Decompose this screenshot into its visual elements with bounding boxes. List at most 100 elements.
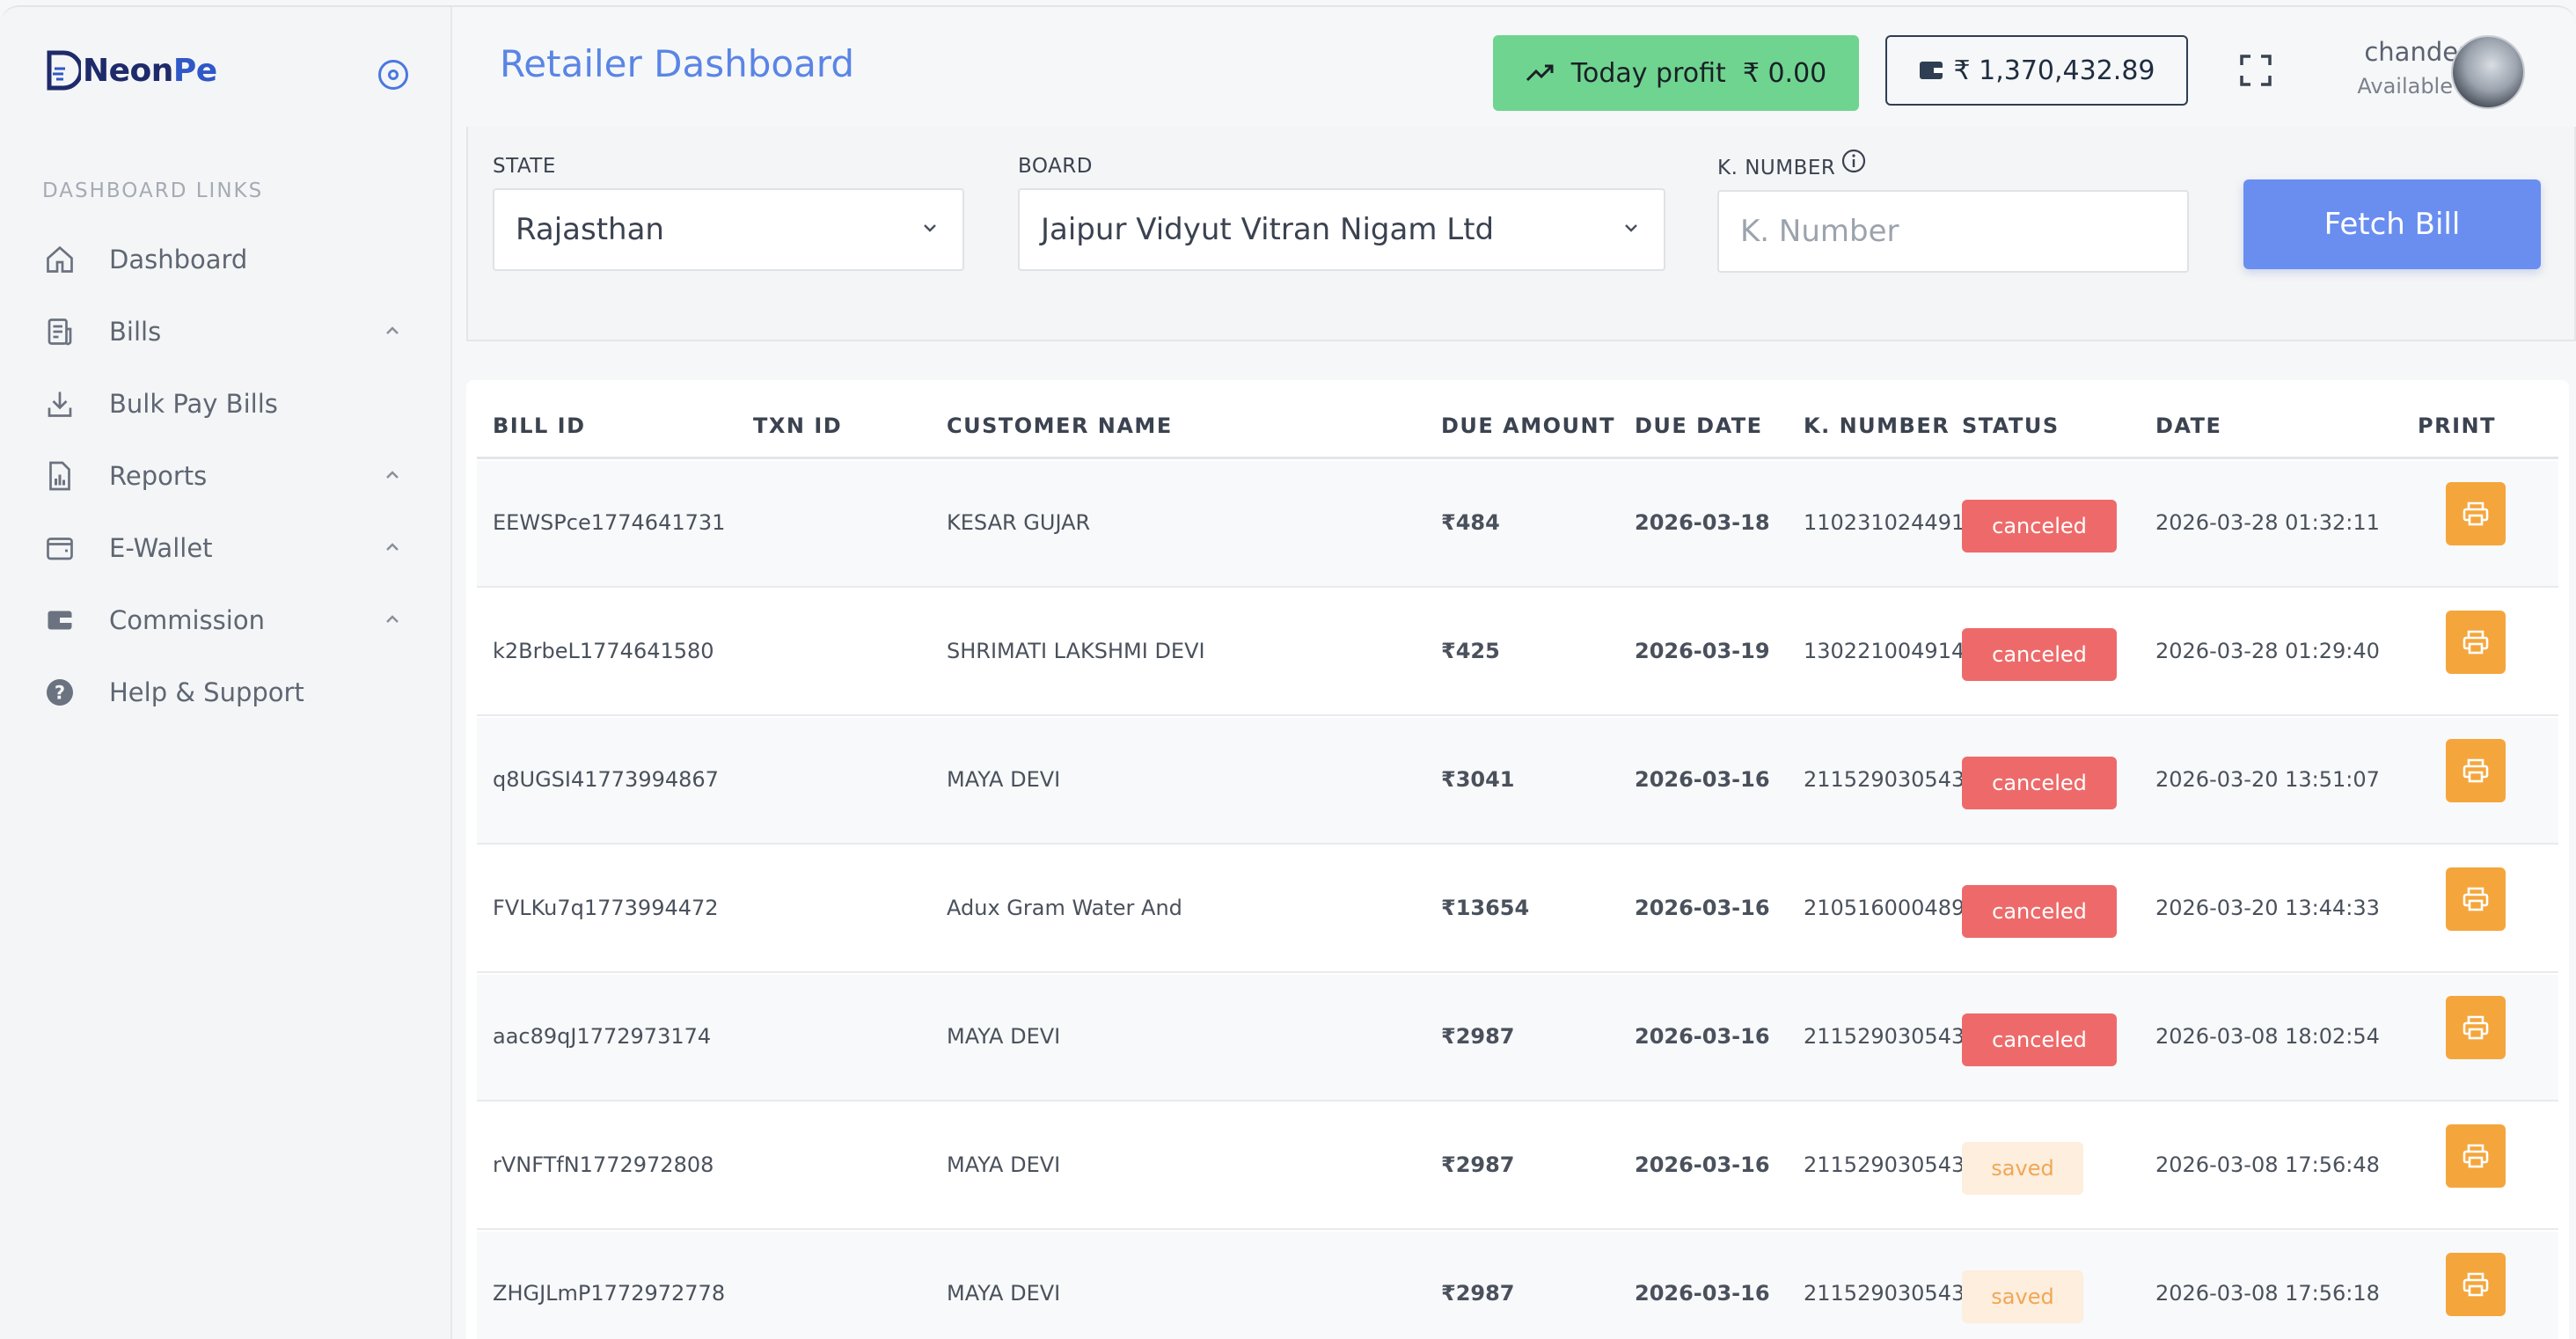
wallet-icon [42,530,77,566]
info-icon[interactable] [1841,148,1867,174]
sidebar-item-label: Help & Support [109,677,304,707]
cell-customer-name: MAYA DEVI [947,1281,1061,1306]
cell-date: 2026-03-28 01:32:11 [2155,510,2380,535]
cell-k-number: 211529030543 [1804,1024,1965,1049]
fetch-bill-button[interactable]: Fetch Bill [2243,179,2541,269]
today-profit-button[interactable]: Today profit ₹ 0.00 [1493,35,1859,111]
table-row: EEWSPce1774641731 KESAR GUJAR ₹484 2026-03-… [477,461,2558,588]
cell-due-date: 2026-03-16 [1635,1152,1770,1177]
table-row: k2BrbeL1774641580 SHRIMATI LAKSHMI DEVI ₹4… [477,589,2558,716]
column-header-k-number[interactable]: K. NUMBER [1804,413,1950,438]
table-row: rVNFTfN1772972808 MAYA DEVI ₹2987 2026-03-1… [477,1103,2558,1230]
home-icon [42,242,77,277]
cell-bill-id: EEWSPce1774641731 [493,510,726,535]
printer-icon [2463,887,2489,911]
sidebar-item-label: Dashboard [109,245,248,274]
table-row: ZHGJLmP1772972778 MAYA DEVI ₹2987 2026-03-1… [477,1232,2558,1339]
user-name: chander [2364,37,2469,67]
cell-customer-name: MAYA DEVI [947,1024,1061,1049]
column-header-status[interactable]: STATUS [1962,413,2060,438]
cell-due-amount: ₹2987 [1441,1281,1515,1306]
cell-customer-name: MAYA DEVI [947,767,1061,792]
report-chart-icon [42,458,77,494]
cell-bill-id: k2BrbeL1774641580 [493,639,714,663]
print-button[interactable] [2446,611,2506,674]
sidebar-item-e-wallet[interactable]: E-Wallet [0,512,450,584]
sidebar-heading: DASHBOARD LINKS [42,179,264,202]
cell-due-date: 2026-03-18 [1635,510,1770,535]
sidebar-item-label: Commission [109,605,265,635]
column-header-due-date[interactable]: DUE DATE [1635,413,1763,438]
column-header-date[interactable]: DATE [2155,413,2221,438]
page-title: Retailer Dashboard [500,42,854,85]
chevron-up-icon[interactable] [384,611,401,628]
cell-date: 2026-03-08 17:56:18 [2155,1281,2380,1306]
column-header-customer-name[interactable]: CUSTOMER NAME [947,413,1173,438]
state-select[interactable]: Rajasthan [493,188,964,271]
sidebar-item-commission[interactable]: Commission [0,584,450,656]
cell-due-amount: ₹2987 [1441,1024,1515,1049]
column-header-bill-id[interactable]: BILL ID [493,413,586,438]
avatar[interactable] [2453,37,2523,107]
sidebar-item-help-support[interactable]: ? Help & Support [0,656,450,728]
cell-bill-id: aac89qJ1772973174 [493,1024,712,1049]
cell-due-date: 2026-03-16 [1635,767,1770,792]
print-button[interactable] [2446,482,2506,545]
brand-name: NeonPe [83,52,217,89]
table-row: FVLKu7q1773994472 Adux Gram Water And ₹136… [477,846,2558,973]
chevron-up-icon[interactable] [384,538,401,556]
cell-k-number: 110231024491 [1804,510,1965,535]
wallet-balance-button[interactable]: ₹ 1,370,432.89 [1885,35,2188,106]
cell-bill-id: q8UGSI41773994867 [493,767,719,792]
status-badge: canceled [1962,885,2117,938]
table-row: q8UGSI41773994867 MAYA DEVI ₹3041 2026-03-1… [477,718,2558,845]
status-badge: canceled [1962,757,2117,809]
cell-due-date: 2026-03-16 [1635,1024,1770,1049]
cell-customer-name: Adux Gram Water And [947,896,1182,920]
status-badge: saved [1962,1142,2083,1195]
printer-icon [2463,1144,2489,1168]
cell-customer-name: MAYA DEVI [947,1152,1061,1177]
card-icon [42,603,77,638]
bills-icon [42,314,77,349]
column-header-txn-id[interactable]: TXN ID [753,413,842,438]
cell-customer-name: KESAR GUJAR [947,510,1091,535]
chevron-down-icon [924,224,936,232]
print-button[interactable] [2446,1253,2506,1316]
cell-bill-id: FVLKu7q1773994472 [493,896,719,920]
svg-text:?: ? [55,683,65,704]
sidebar-item-bulk-pay-bills[interactable]: Bulk Pay Bills [0,368,450,440]
cell-due-amount: ₹425 [1441,639,1500,663]
sidebar-item-reports[interactable]: Reports [0,440,450,512]
sidebar-item-label: E-Wallet [109,533,213,563]
printer-icon [2463,758,2489,783]
cell-bill-id: rVNFTfN1772972808 [493,1152,714,1177]
cell-customer-name: SHRIMATI LAKSHMI DEVI [947,639,1205,663]
fullscreen-icon[interactable] [2238,53,2273,88]
sidebar-toggle-icon[interactable] [378,60,408,90]
sidebar-item-dashboard[interactable]: Dashboard [0,223,450,296]
cell-due-amount: ₹3041 [1441,767,1515,792]
print-button[interactable] [2446,739,2506,802]
status-badge: canceled [1962,1013,2117,1066]
column-header-due-amount[interactable]: DUE AMOUNT [1441,413,1615,438]
board-select[interactable]: Jaipur Vidyut Vitran Nigam Ltd [1018,188,1665,271]
cell-k-number: 211529030543 [1804,1152,1965,1177]
board-label: BOARD [1018,155,1093,178]
column-header-print: PRINT [2418,413,2496,438]
chevron-up-icon[interactable] [384,466,401,484]
printer-icon [2463,1015,2489,1040]
cell-date: 2026-03-28 01:29:40 [2155,639,2380,663]
sidebar: NeonPe DASHBOARD LINKS Dashboard Bills B… [0,7,452,1339]
print-button[interactable] [2446,996,2506,1059]
brand-logo[interactable]: NeonPe [44,49,217,91]
cell-date: 2026-03-08 18:02:54 [2155,1024,2380,1049]
print-button[interactable] [2446,1124,2506,1188]
wallet-icon [1920,62,1943,79]
print-button[interactable] [2446,867,2506,931]
download-tray-icon [42,386,77,421]
printer-icon [2463,501,2489,526]
knumber-input[interactable] [1717,190,2189,273]
sidebar-item-bills[interactable]: Bills [0,296,450,368]
chevron-up-icon[interactable] [384,322,401,340]
